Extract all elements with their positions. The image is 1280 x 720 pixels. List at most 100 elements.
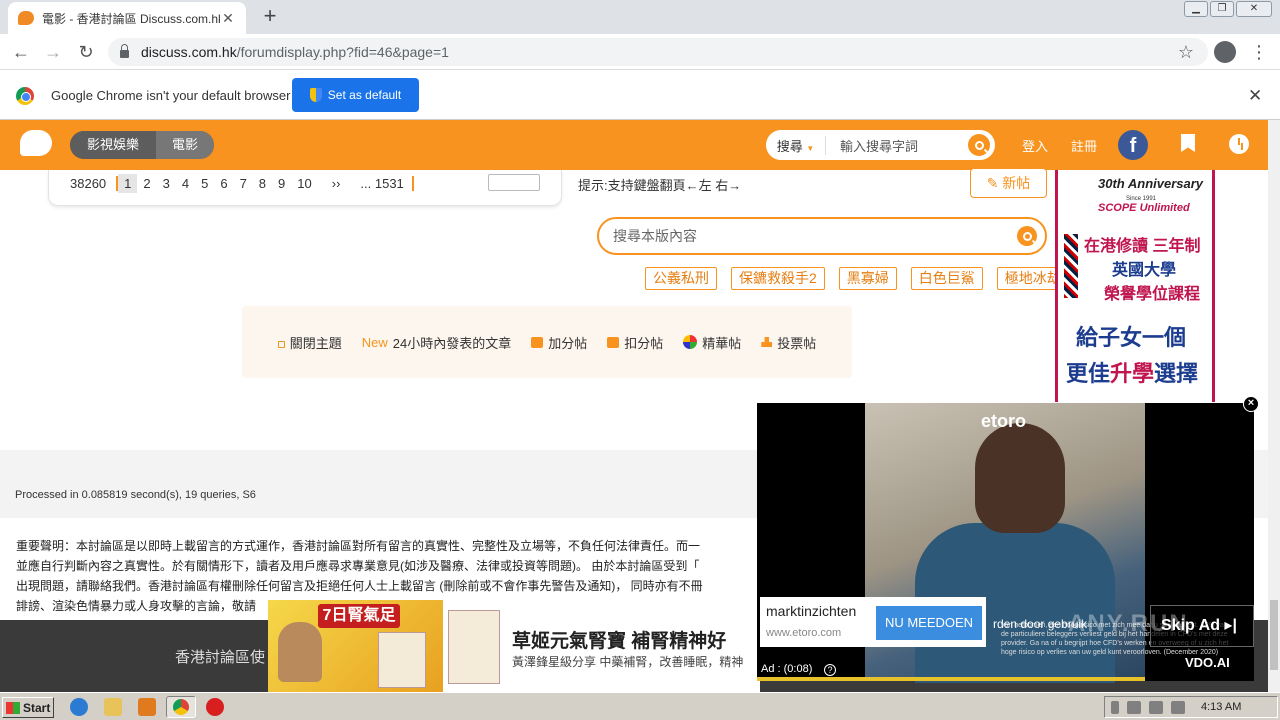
breadcrumb-movies[interactable]: 電影 <box>156 131 214 159</box>
url-path: /forumdisplay.php?fid=46&page=1 <box>236 44 449 60</box>
gem-icon <box>683 335 698 349</box>
page-link[interactable]: 9 <box>272 176 291 191</box>
restore-button[interactable]: ❐ <box>1210 1 1234 17</box>
clock: 4:13 AM <box>1201 701 1242 713</box>
infobar-close-icon[interactable]: ✕ <box>1248 86 1262 106</box>
network-icon[interactable] <box>1149 700 1163 714</box>
breadcrumb-entertainment[interactable]: 影視娛樂 <box>70 131 156 159</box>
page-link[interactable]: 8 <box>253 176 272 191</box>
filter-digest[interactable]: 精華帖 <box>683 333 741 352</box>
login-link[interactable]: 登入 <box>1022 136 1048 155</box>
tag-link[interactable]: 白色巨鯊 <box>910 267 983 290</box>
discuss-logo-icon[interactable] <box>20 130 52 156</box>
menu-kebab-icon[interactable]: ⋮ <box>1248 41 1270 63</box>
register-link[interactable]: 註冊 <box>1071 136 1097 155</box>
site-header: 影視娛樂 電影 搜尋 ▼ 輸入搜尋字詞 登入 註冊 f <box>0 120 1268 170</box>
scrollbar-thumb[interactable] <box>1270 600 1278 670</box>
set-as-default-label: Set as default <box>327 88 402 102</box>
bottom-banner-ad[interactable]: 7日腎氣足 草姬元氣腎寶 補腎精神好 黃澤鋒星級分享 中藥補腎，改善睡眠，精神 <box>268 600 760 692</box>
page-link[interactable]: 5 <box>195 176 214 191</box>
chrome-logo-icon <box>16 87 34 105</box>
folder-icon[interactable] <box>104 698 122 716</box>
keyboard-hint: 提示:支持鍵盤翻頁←左 右→ <box>578 178 742 193</box>
video-cta-box[interactable]: marktinzichten www.etoro.com NU MEEDOEN <box>760 597 986 647</box>
page-link[interactable]: 4 <box>176 176 195 191</box>
set-as-default-button[interactable]: Set as default <box>292 78 419 112</box>
media-player-icon[interactable] <box>138 698 156 716</box>
start-label: Start <box>23 700 51 715</box>
page-link[interactable]: 3 <box>157 176 176 191</box>
last-page-link[interactable]: ... 1531 <box>354 175 414 191</box>
volume-icon[interactable] <box>1127 700 1141 714</box>
video-progress-bar <box>757 677 1145 681</box>
tray-arrow-icon[interactable] <box>1111 700 1119 714</box>
warning-icon[interactable] <box>206 698 224 716</box>
internet-explorer-icon[interactable] <box>70 698 88 716</box>
tag-link[interactable]: 保鑣救殺手2 <box>731 267 825 290</box>
lock-icon <box>277 340 285 348</box>
profile-avatar-icon[interactable] <box>1214 41 1236 63</box>
bookmark-icon[interactable] <box>1181 134 1195 152</box>
disclaimer-line: 並應自行判斷內容之真實性。於有關情形下，讀者及用戶應尋求專業意見(如涉及醫療、法… <box>16 559 700 573</box>
bookmark-star-icon[interactable]: ☆ <box>1175 41 1197 63</box>
cta-button[interactable]: NU MEEDOEN <box>876 606 982 640</box>
tag-link[interactable]: 公義私刑 <box>645 267 717 290</box>
tab-close-icon[interactable]: ✕ <box>220 10 236 27</box>
browser-tab[interactable]: 電影 - 香港討論區 Discuss.com.hk - ✕ <box>8 2 246 34</box>
page-link-current[interactable]: 1 <box>118 173 138 193</box>
filter-poll[interactable]: 投票帖 <box>761 333 816 352</box>
search-scope-select[interactable]: 搜尋 ▼ <box>766 135 826 155</box>
ad-subtext: 黃澤鋒星級分享 中藥補腎，改善睡眠，精神 <box>512 655 744 669</box>
video-close-icon[interactable]: × <box>1243 396 1259 412</box>
thumbs-down-icon <box>607 336 620 348</box>
infobar-text: Google Chrome isn't your default browser <box>51 88 291 103</box>
video-person-head <box>975 423 1065 533</box>
page-jump-input[interactable] <box>488 174 540 191</box>
window-close-button[interactable]: ✕ <box>1236 1 1272 17</box>
cta-brand: marktinzichten <box>766 603 857 619</box>
chrome-taskbar-button[interactable] <box>166 696 196 718</box>
filter-plus[interactable]: 加分帖 <box>531 333 587 352</box>
new-post-button[interactable]: ✎ 新帖 <box>970 168 1047 198</box>
help-icon[interactable]: ? <box>824 664 836 676</box>
filter-closed[interactable]: 關閉主題 <box>277 333 342 352</box>
header-search: 搜尋 ▼ 輸入搜尋字詞 <box>766 130 995 160</box>
history-clock-icon[interactable] <box>1229 134 1249 154</box>
sidebar-ad[interactable]: 30th Anniversary Since 1991 SCOPE Unlimi… <box>1055 170 1215 402</box>
page-link[interactable]: 10 <box>291 176 325 191</box>
cta-url: www.etoro.com <box>766 627 842 639</box>
ad-line: 英國大學 <box>1112 262 1177 279</box>
next-page-link[interactable]: ›› <box>326 176 355 191</box>
page-link[interactable]: 7 <box>234 176 253 191</box>
new-tab-button[interactable]: + <box>258 5 282 29</box>
filter-minus[interactable]: 扣分帖 <box>607 333 663 352</box>
ad-headline: 草姬元氣腎寶 補腎精神好 <box>512 631 727 652</box>
tag-link[interactable]: 黑寡婦 <box>838 267 897 290</box>
reload-icon[interactable]: ↻ <box>75 41 97 63</box>
forward-arrow-icon[interactable]: → <box>42 41 64 63</box>
url-bar[interactable]: discuss.com.hk /forumdisplay.php?fid=46&… <box>108 38 1208 66</box>
address-bar-row: ← → ↻ discuss.com.hk /forumdisplay.php?f… <box>0 34 1280 70</box>
page-link[interactable]: 2 <box>137 176 156 191</box>
minimize-button[interactable]: ▁ <box>1184 1 1208 17</box>
windows-logo-icon <box>6 701 20 714</box>
vdo-ai-logo[interactable]: VDO.AI <box>1185 655 1230 670</box>
breadcrumb: 影視娛樂 電影 <box>70 131 214 159</box>
facebook-icon[interactable]: f <box>1118 130 1148 160</box>
ad-scope: SCOPE Unlimited <box>1098 202 1190 214</box>
lock-icon <box>120 44 129 58</box>
header-search-input[interactable]: 輸入搜尋字詞 <box>826 136 968 155</box>
video-ad-player[interactable]: etoro van hefbomen, een hoog risico met … <box>757 403 1254 683</box>
filter-24h[interactable]: New 24小時內發表的文章 <box>362 333 511 352</box>
tab-title: 電影 - 香港討論區 Discuss.com.hk - <box>42 11 220 26</box>
search-icon[interactable] <box>968 134 990 156</box>
board-search-placeholder: 搜尋本版內容 <box>613 228 697 244</box>
start-button[interactable]: Start <box>2 697 54 718</box>
search-icon[interactable] <box>1017 226 1037 246</box>
flag-icon[interactable] <box>1171 700 1185 714</box>
pagination: 38260 1 2 3 4 5 6 7 8 9 10 ›› ... 1531 <box>62 173 414 193</box>
ad-line: 更佳升學選擇 <box>1066 361 1199 386</box>
page-link[interactable]: 6 <box>214 176 233 191</box>
board-search-input[interactable]: 搜尋本版內容 <box>597 217 1047 255</box>
back-arrow-icon[interactable]: ← <box>10 41 32 63</box>
